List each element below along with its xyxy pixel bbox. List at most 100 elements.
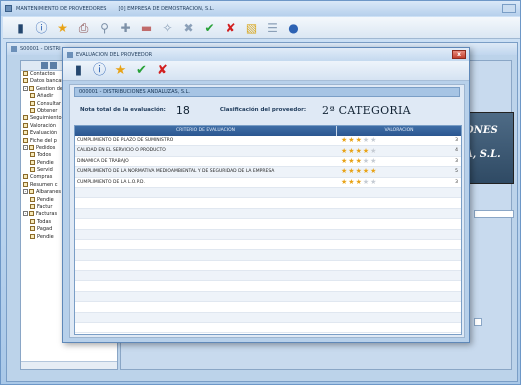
provider-name: 000001 - DISTRIBUCIONES ANDALUZAS, S.L. <box>74 87 460 97</box>
search-icon[interactable]: ⚲ <box>97 20 112 35</box>
rating-star-icon[interactable]: ★ <box>356 178 362 186</box>
table-row-empty <box>75 261 461 272</box>
main-subtitle: [0] EMPRESA DE DEMOSTRACION, S.L. <box>118 5 215 12</box>
table-row-empty <box>75 281 461 292</box>
rating-star-icon[interactable]: ★ <box>363 178 369 186</box>
rating-star-icon[interactable]: ★ <box>348 147 354 155</box>
close-button[interactable]: x <box>452 50 466 59</box>
rating-star-icon[interactable]: ★ <box>370 157 376 165</box>
table-row[interactable]: CUMPLIMIENTO DE PLAZO DE SUMINISTRO ★ ★ ★ ★ ★… <box>75 136 461 147</box>
rating-star-icon[interactable]: ★ <box>348 178 354 186</box>
window-control-button[interactable] <box>502 4 516 13</box>
criterio-cell: DINAMICA DE TRABAJO <box>77 158 129 164</box>
table-row[interactable]: CUMPLIMIENTO DE LA L.O.P.D. ★ ★ ★ ★ ★ 3 <box>75 178 461 188</box>
rating-star-icon[interactable]: ★ <box>370 147 376 155</box>
detail-field[interactable] <box>474 210 514 218</box>
expand-toggle-icon[interactable]: - <box>23 85 28 91</box>
rating-star-icon[interactable]: ★ <box>341 168 347 175</box>
score-value: 3 <box>455 138 458 143</box>
tree-item-label: Pedidos <box>36 144 56 151</box>
app-icon <box>5 5 12 12</box>
empty-cell <box>75 261 337 270</box>
folder-icon <box>23 137 28 143</box>
document-icon <box>30 100 35 106</box>
empty-cell <box>337 230 461 239</box>
rating-star-icon[interactable]: ★ <box>370 137 376 144</box>
app-icon[interactable]: ▮ <box>13 20 28 35</box>
star-icon[interactable]: ★ <box>113 63 128 78</box>
rating-star-icon[interactable]: ★ <box>356 137 362 144</box>
app-icon[interactable]: ▮ <box>71 63 86 78</box>
empty-cell <box>75 302 337 311</box>
table-row[interactable]: CALIDAD EN EL SERVICIO O PRODUCTO ★ ★ ★ ★ ★ 4 <box>75 146 461 157</box>
table-row-empty <box>75 291 461 303</box>
evaluation-summary: Nota total de la evaluación: 18 Clasific… <box>80 101 460 119</box>
score-value: 4 <box>455 148 458 154</box>
rating-star-icon[interactable]: ★ <box>363 147 369 155</box>
list-icon[interactable]: ☰ <box>265 20 280 35</box>
star-icon[interactable]: ★ <box>55 20 70 35</box>
print-icon[interactable]: ⎙ <box>76 20 91 35</box>
rating-star-icon[interactable]: ★ <box>356 168 362 175</box>
rating-star-icon[interactable]: ★ <box>356 157 362 165</box>
valoracion-cell: ★ ★ ★ ★ ★ 3 <box>337 136 461 145</box>
rating-star-icon[interactable]: ★ <box>348 168 354 175</box>
rating-star-icon[interactable]: ★ <box>370 178 376 186</box>
expand-icon[interactable] <box>41 62 48 69</box>
rating-star-icon[interactable]: ★ <box>341 147 347 155</box>
evaluation-grid: CRITERIO DE EVALUACION VALORACION CUMPLI… <box>74 125 462 335</box>
info-icon[interactable]: ⓘ <box>92 63 107 78</box>
document-icon <box>30 218 35 224</box>
document-icon <box>30 196 35 202</box>
info-icon[interactable]: ⓘ <box>34 20 49 35</box>
tree-item-label: Pendie <box>37 159 54 166</box>
rating-star-icon[interactable]: ★ <box>363 168 369 175</box>
rating-star-icon[interactable]: ★ <box>370 168 376 175</box>
check-icon[interactable]: ✔ <box>134 63 149 78</box>
rating-star-icon[interactable]: ★ <box>341 157 347 165</box>
classification-label: Clasificación del proveedor: <box>219 107 307 113</box>
rating-star-icon[interactable]: ★ <box>363 157 369 165</box>
empty-cell <box>337 271 461 280</box>
column-header-criterio[interactable]: CRITERIO DE EVALUACION <box>75 126 337 136</box>
rating-star-icon[interactable]: ★ <box>341 178 347 186</box>
cancel-icon[interactable]: ✘ <box>223 20 238 35</box>
expand-toggle-icon[interactable]: - <box>23 144 28 150</box>
check-icon[interactable]: ✔ <box>202 20 217 35</box>
empty-cell <box>337 250 461 259</box>
tree-item-label: Evaluación <box>30 130 58 137</box>
add-icon[interactable]: ✚ <box>118 20 133 35</box>
clear-icon[interactable]: ✖ <box>181 20 196 35</box>
folder-icon <box>29 85 34 91</box>
provider-window-title: S00001 - DISTRI <box>20 46 61 52</box>
tree-item-label: Factur <box>37 204 53 211</box>
filter-icon[interactable]: ✧ <box>160 20 175 35</box>
rating-star-icon[interactable]: ★ <box>348 137 354 144</box>
empty-cell <box>337 313 461 322</box>
criterio-cell: CUMPLIMIENTO DE LA NORMATIVA MEDIOAMBIEN… <box>77 169 275 175</box>
remove-icon[interactable]: ▬ <box>139 20 154 35</box>
collapse-icon[interactable] <box>50 62 57 69</box>
detail-checkbox[interactable] <box>474 318 482 326</box>
empty-cell <box>75 198 337 207</box>
document-icon <box>30 233 35 239</box>
tree-item-label: Contactos <box>30 71 56 77</box>
globe-icon[interactable]: ● <box>286 20 301 35</box>
column-header-valoracion[interactable]: VALORACION <box>337 126 461 136</box>
rating-star-icon[interactable]: ★ <box>341 137 347 144</box>
folder-icon[interactable]: ▧ <box>244 20 259 35</box>
app-icon <box>67 51 73 58</box>
table-row[interactable]: CUMPLIMIENTO DE LA NORMATIVA MEDIOAMBIEN… <box>75 167 461 178</box>
rating-star-icon[interactable]: ★ <box>356 147 362 155</box>
document-icon <box>30 152 35 158</box>
document-icon <box>30 226 35 232</box>
table-row[interactable]: DINAMICA DE TRABAJO ★ ★ ★ ★ ★ 3 <box>75 157 461 168</box>
rating-star-icon[interactable]: ★ <box>363 137 369 144</box>
expand-toggle-icon[interactable]: - <box>23 189 28 195</box>
tree-horizontal-scrollbar[interactable] <box>21 361 117 369</box>
folder-icon <box>23 130 28 136</box>
expand-toggle-icon[interactable]: - <box>23 211 28 217</box>
tree-item-label: Pagad <box>37 226 53 233</box>
rating-star-icon[interactable]: ★ <box>348 157 354 165</box>
cancel-icon[interactable]: ✘ <box>155 63 170 78</box>
